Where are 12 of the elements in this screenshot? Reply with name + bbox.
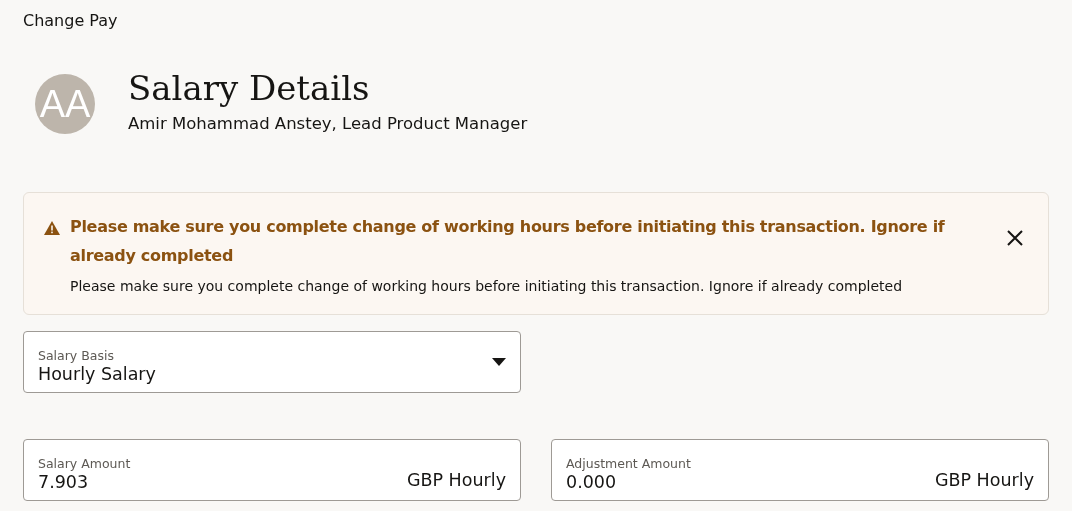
close-icon bbox=[1006, 229, 1024, 247]
page-title: Change Pay bbox=[23, 11, 118, 30]
warning-icon bbox=[44, 221, 60, 235]
input-field[interactable]: Adjustment Amount 0.000 GBP Hourly bbox=[551, 439, 1049, 501]
warning-title: Please make sure you complete change of working hours before initiating this transaction. Ignore if already completed bbox=[70, 216, 946, 267]
employee-name: Amir Mohammad Anstey, Lead Product Manager bbox=[128, 113, 528, 133]
warning-message: Please make sure you complete change of working hours before initiating this transaction. Ignore if already completed bbox=[70, 278, 904, 294]
dropdown-field[interactable]: Salary Basis Hourly Salary bbox=[23, 331, 521, 393]
avatar-initials: AA bbox=[35, 74, 95, 134]
caret-icon bbox=[492, 358, 506, 366]
input-field[interactable]: Salary Amount 7.903 GBP Hourly bbox=[23, 439, 521, 501]
section-heading: Salary Details bbox=[128, 68, 370, 109]
